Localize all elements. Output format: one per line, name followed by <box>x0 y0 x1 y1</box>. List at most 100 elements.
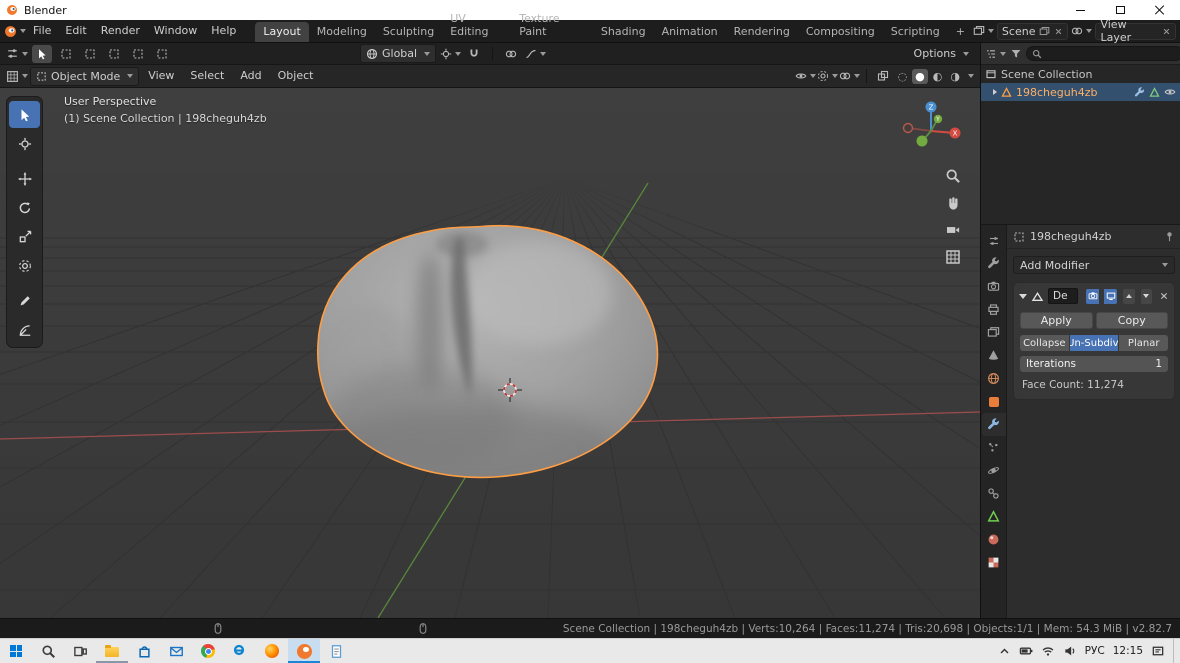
outliner-search-input[interactable] <box>1045 48 1177 59</box>
zoom-icon[interactable] <box>945 168 961 184</box>
tab-sculpting[interactable]: Sculpting <box>375 22 442 42</box>
blender-taskbar-button[interactable] <box>288 639 320 663</box>
show-desktop-button[interactable] <box>1173 638 1178 663</box>
maximize-button[interactable] <box>1100 0 1140 20</box>
menu-view[interactable]: View <box>141 65 181 87</box>
tab-animation[interactable]: Animation <box>654 22 726 42</box>
tab-shading[interactable]: Shading <box>593 22 654 42</box>
visibility-dropdown[interactable] <box>796 67 817 85</box>
axis-neg-y-ball[interactable] <box>916 135 928 147</box>
tab-view-layer[interactable] <box>982 321 1006 344</box>
tab-tool[interactable] <box>982 252 1006 275</box>
viewport-3d[interactable]: Z X Y User Perspective (1) Scene Collect… <box>0 88 980 618</box>
select-mode-5-button[interactable] <box>152 45 172 63</box>
store-button[interactable] <box>128 639 160 663</box>
viewport-visibility-toggle[interactable] <box>1104 288 1118 304</box>
new-scene-icon[interactable] <box>1039 26 1050 37</box>
tab-object[interactable] <box>982 390 1006 413</box>
remove-modifier-icon[interactable] <box>1159 291 1169 301</box>
shading-material-button[interactable]: ◐ <box>930 69 946 84</box>
tool-measure[interactable] <box>9 316 40 343</box>
chrome-button[interactable] <box>192 639 224 663</box>
menu-add[interactable]: Add <box>233 65 268 87</box>
menu-object[interactable]: Object <box>271 65 321 87</box>
select-mode-4-button[interactable] <box>128 45 148 63</box>
modifier-wrench-icon[interactable] <box>1134 87 1145 98</box>
tool-scale[interactable] <box>9 223 40 250</box>
tool-rotate[interactable] <box>9 194 40 221</box>
tab-uv-editing[interactable]: UV Editing <box>442 9 511 42</box>
close-button[interactable] <box>1140 0 1180 20</box>
render-visibility-toggle[interactable] <box>1086 288 1100 304</box>
action-center-icon[interactable] <box>1151 644 1165 658</box>
pin-icon[interactable] <box>1164 231 1175 242</box>
taskbar-search-button[interactable] <box>32 639 64 663</box>
task-view-button[interactable] <box>64 639 96 663</box>
remove-view-layer-icon[interactable] <box>1162 27 1171 36</box>
network-icon[interactable] <box>1041 644 1055 658</box>
browse-view-layer-button[interactable] <box>1071 25 1093 37</box>
firefox-button[interactable] <box>256 639 288 663</box>
axis-neg-x-ball[interactable] <box>902 122 914 134</box>
edge-button[interactable] <box>224 639 256 663</box>
editor-type-button[interactable] <box>6 47 28 60</box>
volume-icon[interactable] <box>1063 644 1077 658</box>
mesh-icon[interactable] <box>1149 87 1160 98</box>
minimize-button[interactable] <box>1060 0 1100 20</box>
tab-compositing[interactable]: Compositing <box>798 22 883 42</box>
move-modifier-up-button[interactable] <box>1123 288 1135 304</box>
tool-annotate[interactable] <box>9 287 40 314</box>
language-indicator[interactable]: РУС <box>1085 645 1105 657</box>
menu-file[interactable]: File <box>26 20 58 42</box>
iterations-slider[interactable]: Iterations 1 <box>1020 356 1168 372</box>
mode-unsubdivide-button[interactable]: Un-Subdiv. <box>1069 335 1119 351</box>
menu-render[interactable]: Render <box>94 20 147 42</box>
copy-button[interactable]: Copy <box>1095 312 1168 329</box>
menu-select[interactable]: Select <box>183 65 231 87</box>
tab-material[interactable] <box>982 528 1006 551</box>
tool-transform[interactable] <box>9 252 40 279</box>
move-modifier-down-button[interactable] <box>1140 288 1152 304</box>
battery-icon[interactable] <box>1019 644 1033 658</box>
file-explorer-button[interactable] <box>96 639 128 663</box>
disclosure-icon[interactable] <box>993 89 997 95</box>
tray-expand-icon[interactable] <box>998 645 1011 658</box>
tab-layout[interactable]: Layout <box>255 22 309 42</box>
select-mode-1-button[interactable] <box>56 45 76 63</box>
proportional-falloff-dropdown[interactable] <box>525 45 546 63</box>
add-workspace-button[interactable]: + <box>948 22 973 42</box>
tab-scene[interactable] <box>982 344 1006 367</box>
shading-rendered-button[interactable]: ◑ <box>947 69 963 84</box>
xray-toggle[interactable] <box>873 67 893 85</box>
transform-orientation-dropdown[interactable]: Global <box>360 44 437 63</box>
mode-collapse-button[interactable]: Collapse <box>1020 335 1069 351</box>
menu-window[interactable]: Window <box>147 20 204 42</box>
add-modifier-dropdown[interactable]: Add Modifier <box>1013 256 1175 274</box>
tool-cursor[interactable] <box>9 130 40 157</box>
gizmos-dropdown[interactable] <box>818 67 839 85</box>
blender-menu-button[interactable] <box>4 25 26 38</box>
viewport-editor-type-button[interactable] <box>6 70 28 83</box>
apply-button[interactable]: Apply <box>1020 312 1093 329</box>
tab-physics[interactable] <box>982 459 1006 482</box>
tool-move[interactable] <box>9 165 40 192</box>
tab-world[interactable] <box>982 367 1006 390</box>
proportional-edit-toggle[interactable] <box>501 45 521 63</box>
clock[interactable]: 12:15 <box>1113 645 1143 657</box>
outliner-row-object[interactable]: 198cheguh4zb <box>981 83 1180 101</box>
mode-planar-button[interactable]: Planar <box>1119 335 1169 351</box>
tab-scripting[interactable]: Scripting <box>883 22 948 42</box>
select-mode-2-button[interactable] <box>80 45 100 63</box>
select-mode-3-button[interactable] <box>104 45 124 63</box>
menu-edit[interactable]: Edit <box>58 20 93 42</box>
options-dropdown[interactable]: Options <box>909 45 974 62</box>
snap-toggle[interactable] <box>464 45 484 63</box>
mail-button[interactable] <box>160 639 192 663</box>
tool-select-box[interactable] <box>9 101 40 128</box>
tab-texture-paint[interactable]: Texture Paint <box>511 9 593 42</box>
outliner-display-mode-icon[interactable] <box>1010 48 1022 60</box>
tab-texture[interactable] <box>982 551 1006 574</box>
view-layer-selector[interactable]: View Layer <box>1095 18 1176 44</box>
unlink-scene-icon[interactable] <box>1054 27 1063 36</box>
tab-output[interactable] <box>982 298 1006 321</box>
